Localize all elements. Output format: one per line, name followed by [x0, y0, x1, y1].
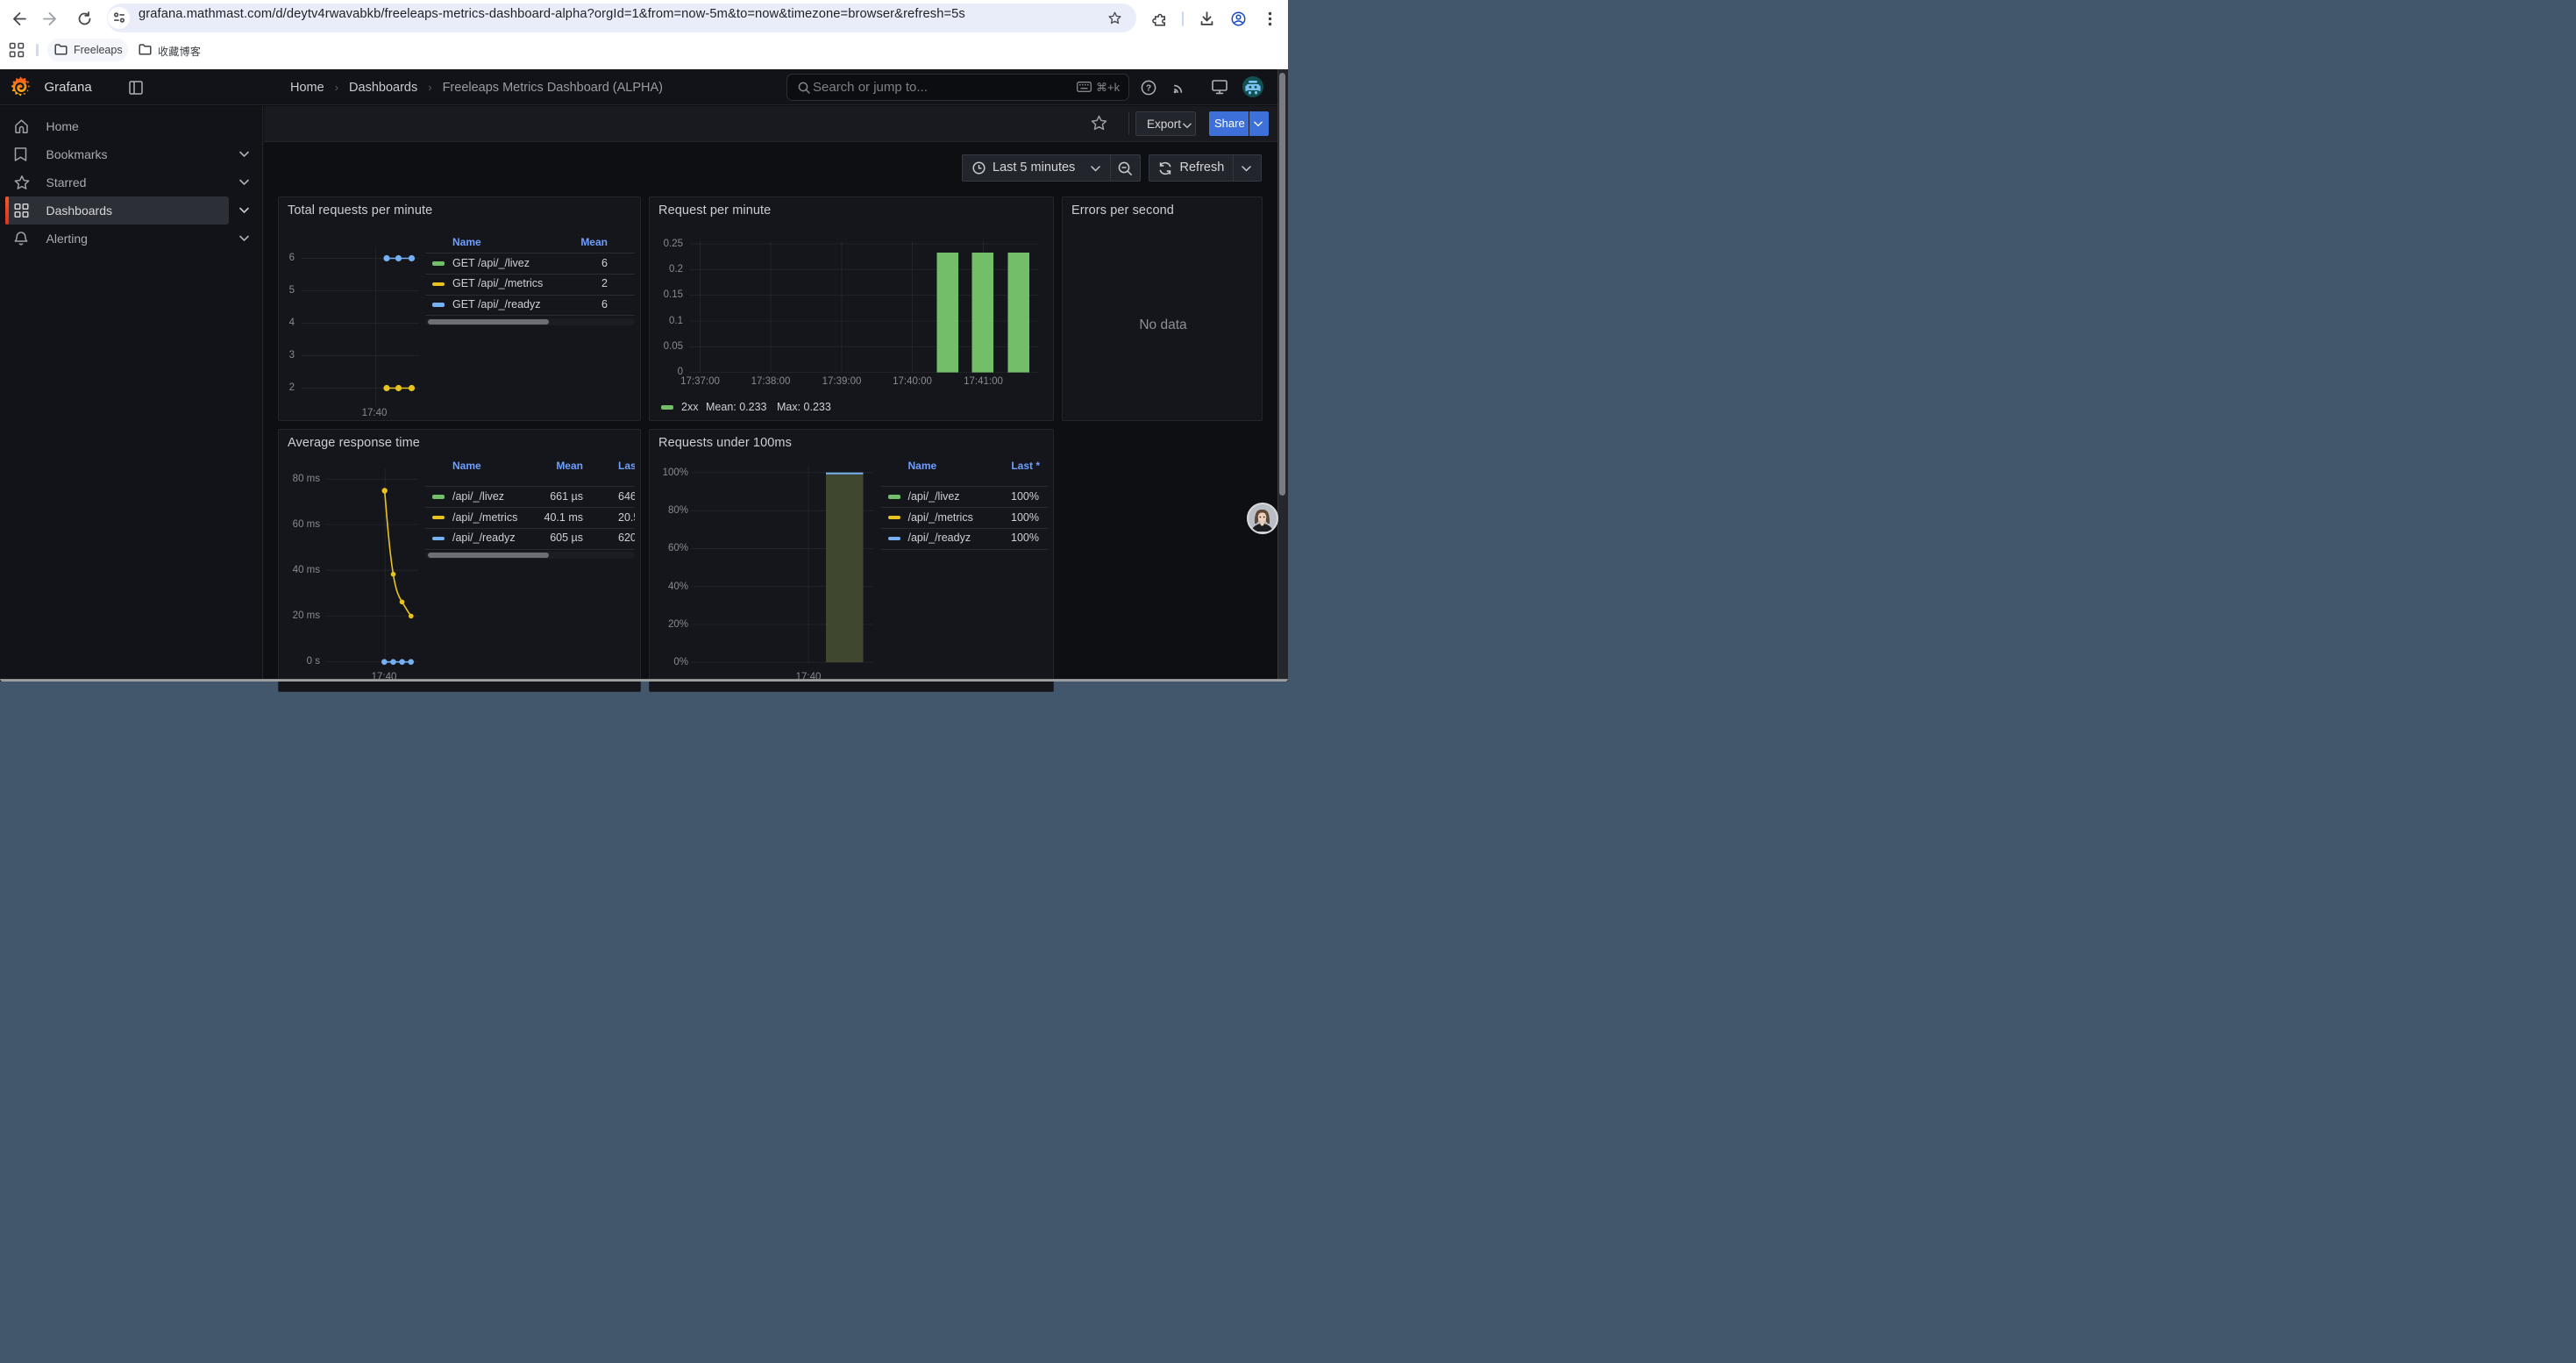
svg-text:?: ?	[1146, 83, 1151, 93]
